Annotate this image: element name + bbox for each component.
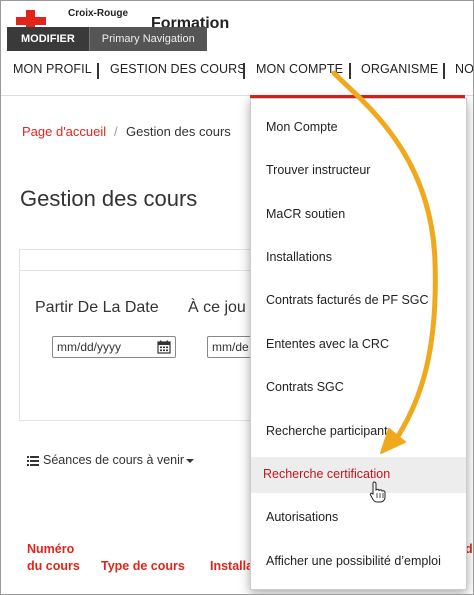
col-numero-line2: du cours (27, 559, 80, 573)
nav-separator (349, 63, 351, 79)
nav-separator (97, 63, 99, 79)
to-date-placeholder: mm/de (212, 340, 249, 354)
breadcrumb-home-link[interactable]: Page d'accueil (22, 124, 106, 139)
admin-toolbar: MODIFIER Primary Navigation (7, 27, 207, 51)
list-icon (27, 455, 39, 466)
primary-navigation-label[interactable]: Primary Navigation (88, 27, 207, 51)
breadcrumb-separator: / (114, 124, 118, 139)
from-date-label: Partir De La Date (35, 299, 159, 316)
nav-separator (443, 63, 445, 79)
upcoming-sessions-label: Séances de cours à venir (43, 453, 185, 467)
caret-down-icon (186, 458, 195, 463)
screenshot-frame: Croix-Rouge Formation MODIFIER Primary N… (0, 0, 474, 595)
mon-compte-dropdown: Mon Compte Trouver instructeur MaCR sout… (250, 98, 467, 590)
nav-mon-profil[interactable]: MON PROFIL (13, 62, 92, 76)
menu-item-contrats-sgc[interactable]: Contrats SGC (266, 380, 344, 394)
filter-panel (19, 249, 260, 421)
menu-item-autorisations[interactable]: Autorisations (266, 510, 338, 524)
menu-item-recherche-participant[interactable]: Recherche participant (266, 424, 388, 438)
modifier-button[interactable]: MODIFIER (7, 27, 89, 51)
col-type-de-cours[interactable]: Type de cours (101, 558, 185, 575)
menu-item-ententes-crc[interactable]: Ententes avec la CRC (266, 337, 389, 351)
from-date-input[interactable]: mm/dd/yyyy (52, 336, 176, 358)
upcoming-sessions-toggle[interactable]: Séances de cours à venir (27, 453, 195, 467)
col-numero-cours[interactable]: Numéro du cours (27, 541, 80, 575)
nav-organisme[interactable]: ORGANISME (361, 62, 438, 76)
main-navigation: MON PROFIL GESTION DES COURS MON COMPTE … (1, 51, 473, 96)
breadcrumb-current: Gestion des cours (126, 124, 231, 139)
nav-more[interactable]: NO (455, 62, 473, 76)
menu-item-macr-soutien[interactable]: MaCR soutien (266, 207, 345, 221)
filter-panel-header (20, 250, 260, 271)
menu-item-possibilite-emploi[interactable]: Afficher une possibilité d’emploi (266, 554, 441, 568)
page-title: Gestion des cours (20, 186, 198, 211)
menu-item-recherche-certification[interactable]: Recherche certification (263, 467, 390, 481)
menu-item-trouver-instructeur[interactable]: Trouver instructeur (266, 163, 370, 177)
menu-item-mon-compte[interactable]: Mon Compte (266, 120, 338, 134)
nav-mon-compte[interactable]: MON COMPTE (256, 62, 343, 76)
from-date-placeholder: mm/dd/yyyy (57, 340, 122, 354)
col-numero-line1: Numéro (27, 542, 75, 556)
nav-separator (243, 63, 245, 79)
menu-item-installations[interactable]: Installations (266, 250, 332, 264)
nav-gestion-des-cours[interactable]: GESTION DES COURS (110, 62, 246, 76)
menu-item-contrats-factures[interactable]: Contrats facturés de PF SGC (266, 293, 429, 307)
logo-text: Croix-Rouge (68, 8, 128, 19)
calendar-icon[interactable] (157, 340, 171, 354)
to-date-label: À ce jou (188, 299, 246, 316)
col-installations[interactable]: Installa (210, 558, 253, 575)
